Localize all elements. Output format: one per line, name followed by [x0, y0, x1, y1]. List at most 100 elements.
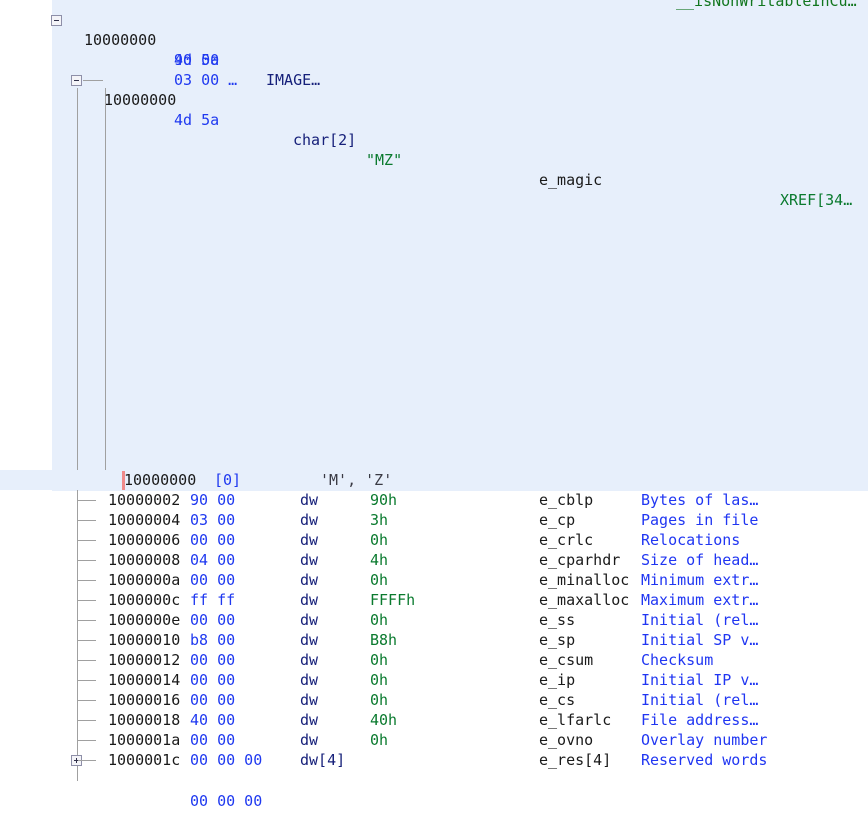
- table-row[interactable]: 1000001c 00 00 00 dw[4] e_res[4] Reserved wo…: [0, 750, 868, 770]
- table-row[interactable]: 1000000a 00 00 dw 0h e_minalloc Minimum extr…: [0, 570, 868, 590]
- value: 0h: [370, 651, 389, 669]
- continuation-bytes: 00 00 00: [190, 792, 263, 810]
- struct-header-row[interactable]: 10000000 4d 5a IMAGE…: [0, 10, 868, 89]
- type: dw: [300, 591, 319, 609]
- type: dw: [300, 511, 319, 529]
- address: 10000002: [108, 491, 181, 509]
- table-row[interactable]: 10000018 40 00 dw 40h e_lfarlc File address…: [0, 710, 868, 730]
- bytes: 00 00: [190, 611, 236, 629]
- fieldname: e_ss: [539, 611, 576, 629]
- type: dw: [300, 611, 319, 629]
- type: dw: [300, 631, 319, 649]
- value: 0h: [370, 691, 389, 709]
- value: 40h: [370, 711, 398, 729]
- table-row[interactable]: 10000006 00 00 dw 0h e_crlc Relocations: [0, 530, 868, 550]
- table-row[interactable]: 1000000c ff ff dw FFFFh e_maxalloc Maximum ex…: [0, 590, 868, 610]
- value: 0h: [370, 671, 389, 689]
- e-magic-address: 10000000: [104, 91, 177, 109]
- bytes: 03 00: [190, 511, 236, 529]
- address: 1000000a: [108, 571, 181, 589]
- comment: Bytes of las…: [641, 491, 759, 509]
- table-row[interactable]: 1000000e 00 00 dw 0h e_ss Initial (rel…: [0, 610, 868, 630]
- comment: Minimum extr…: [641, 571, 759, 589]
- value: 4h: [370, 551, 389, 569]
- table-row[interactable]: 10000010 b8 00 dw B8h e_sp Initial SP v…: [0, 630, 868, 650]
- bytes: 90 00: [190, 491, 236, 509]
- address: 1000000c: [108, 591, 181, 609]
- comment: File address…: [641, 711, 759, 729]
- value: 3h: [370, 511, 389, 529]
- address: 1000001c: [108, 751, 181, 769]
- address: 1000001a: [108, 731, 181, 749]
- table-row[interactable]: 10000004 03 00 dw 3h e_cp Pages in file: [0, 510, 868, 530]
- address: 10000006: [108, 531, 181, 549]
- address: 10000014: [108, 671, 181, 689]
- struct-header-bytes-row-2: 90 00: [0, 30, 868, 69]
- e-magic-xref[interactable]: XREF[34…: [780, 190, 852, 210]
- table-row[interactable]: 10000002 90 00 dw 90h e_cblp Bytes of las…: [0, 490, 868, 510]
- comment: Pages in file: [641, 511, 759, 529]
- bytes: 00 00: [190, 691, 236, 709]
- fieldname: e_minalloc: [539, 571, 630, 589]
- continuation-bytes-row: 00 00 00: [0, 771, 868, 810]
- bytes: 00 00: [190, 651, 236, 669]
- bytes: 00 00: [190, 731, 236, 749]
- bytes: 00 00: [190, 531, 236, 549]
- comment: Checksum: [641, 651, 714, 669]
- value: 90h: [370, 491, 398, 509]
- comment: Initial (rel…: [641, 691, 759, 709]
- bytes: [0]: [214, 471, 242, 489]
- bytes: ff ff: [190, 591, 236, 609]
- table-row[interactable]: 10000008 04 00 dw 4h e_cparhdr Size of head…: [0, 550, 868, 570]
- fieldname: e_cblp: [539, 491, 594, 509]
- value: 0h: [370, 531, 389, 549]
- fieldname: e_sp: [539, 631, 576, 649]
- address: 10000004: [108, 511, 181, 529]
- bytes: 00 00: [190, 671, 236, 689]
- type: dw: [300, 731, 319, 749]
- table-row[interactable]: 1000001a 00 00 dw 0h e_ovno Overlay number: [0, 730, 868, 750]
- address: 10000018: [108, 711, 181, 729]
- e-magic-field-name: e_magic: [539, 171, 603, 189]
- type: dw[4]: [300, 751, 346, 769]
- type: dw: [300, 551, 319, 569]
- address: 10000008: [108, 551, 181, 569]
- fieldname: e_lfarlc: [539, 711, 612, 729]
- e-magic-string-value: "MZ": [366, 151, 403, 169]
- value: B8h: [370, 631, 398, 649]
- struct-header-bytes-row-3: 03 00 …: [0, 50, 868, 89]
- type: dw: [300, 571, 319, 589]
- tree-guide-vertical-child: [105, 88, 106, 480]
- fieldname: e_cp: [539, 511, 576, 529]
- type: dw: [300, 671, 319, 689]
- value: 0h: [370, 611, 389, 629]
- bytes: 40 00: [190, 711, 236, 729]
- fieldname: e_cs: [539, 691, 576, 709]
- comment: Overlay number: [641, 731, 768, 749]
- comment: Reserved words: [641, 751, 768, 769]
- value: 'M', 'Z': [320, 471, 393, 489]
- ghidra-listing-view[interactable]: __isNonWritableInCu… 10000000 4d 5a IMAG…: [0, 0, 868, 810]
- fieldname: e_crlc: [539, 531, 594, 549]
- type: dw: [300, 651, 319, 669]
- address: 10000012: [108, 651, 181, 669]
- fieldname: e_ovno: [539, 731, 594, 749]
- type: dw: [300, 531, 319, 549]
- value: 0h: [370, 571, 389, 589]
- table-row[interactable]: 10000000 [0] 'M', 'Z': [0, 470, 868, 490]
- fieldname: e_res[4]: [539, 751, 612, 769]
- address: 10000016: [108, 691, 181, 709]
- type: dw: [300, 491, 319, 509]
- table-row[interactable]: 10000014 00 00 dw 0h e_ip Initial IP v…: [0, 670, 868, 690]
- bytes: 04 00: [190, 551, 236, 569]
- e-magic-definition-row[interactable]: 10000000 4d 5a char[2] "MZ" e_magic XREF…: [0, 70, 868, 209]
- type: dw: [300, 691, 319, 709]
- value: 0h: [370, 731, 389, 749]
- fieldname: e_cparhdr: [539, 551, 621, 569]
- fieldname: e_csum: [539, 651, 594, 669]
- type: dw: [300, 711, 319, 729]
- address: 1000000e: [108, 611, 181, 629]
- comment: Maximum extr…: [641, 591, 759, 609]
- table-row[interactable]: 10000016 00 00 dw 0h e_cs Initial (rel…: [0, 690, 868, 710]
- table-row[interactable]: 10000012 00 00 dw 0h e_csum Checksum: [0, 650, 868, 670]
